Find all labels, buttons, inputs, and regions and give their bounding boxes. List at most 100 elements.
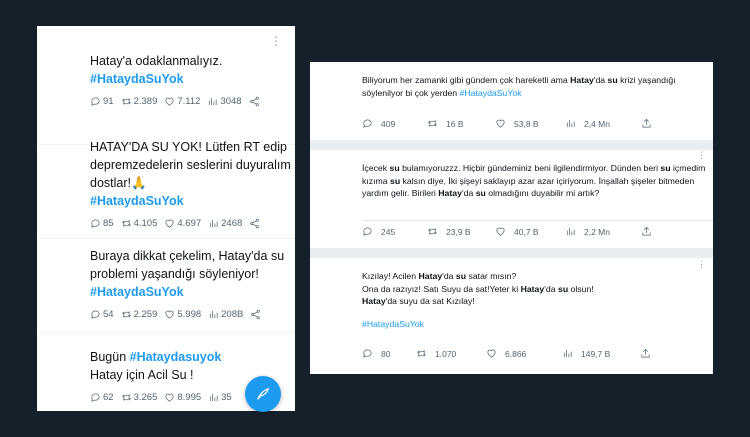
- like-button[interactable]: 6.866: [486, 348, 562, 359]
- retweet-count: 23,9 B: [446, 226, 471, 237]
- text-run: olmadığını duyabilir mi artık?: [485, 188, 600, 198]
- retweet-button[interactable]: 16 B: [427, 118, 495, 129]
- like-button[interactable]: 4.697: [164, 218, 201, 229]
- like-count: 40,7 B: [514, 226, 539, 237]
- reply-button[interactable]: 245: [362, 226, 427, 237]
- reply-button[interactable]: 80: [362, 348, 416, 359]
- compose-button[interactable]: [245, 376, 281, 412]
- like-icon: [495, 118, 506, 129]
- views-icon: [208, 218, 219, 229]
- reply-button[interactable]: 54: [90, 309, 114, 320]
- tweet[interactable]: Biliyorum her zamanki gibi gündem çok ha…: [362, 74, 712, 99]
- tweet-text-line: Bugün #Hataydasuyok: [90, 348, 295, 366]
- highlight-term: Hatay: [570, 75, 594, 85]
- reply-button[interactable]: 85: [90, 218, 114, 229]
- retweet-count: 4.105: [133, 218, 158, 229]
- hashtag-link[interactable]: #HataydaSuYok: [90, 192, 295, 210]
- views-button[interactable]: 208B: [208, 309, 243, 320]
- retweet-button[interactable]: 3.265: [121, 392, 157, 403]
- hashtag-link[interactable]: #HataydaSuYok: [362, 318, 712, 331]
- hashtag-link[interactable]: #HataydaSuYok: [460, 88, 522, 98]
- text-run: Ona da razıyız! Satı Suyu da sat!Yeter k…: [362, 283, 521, 294]
- compose-icon: [257, 387, 270, 400]
- views-count: 35: [221, 392, 232, 403]
- share-button[interactable]: [249, 96, 262, 107]
- highlight-term: Hatay: [520, 283, 545, 294]
- share-button[interactable]: [640, 348, 659, 359]
- hashtag-link[interactable]: #HataydaSuYok: [90, 70, 295, 88]
- reply-button[interactable]: 409: [362, 118, 427, 129]
- retweet-icon: [121, 96, 132, 107]
- more-icon[interactable]: ⋮: [270, 35, 282, 47]
- highlight-term: Hatay: [418, 271, 443, 281]
- highlight-term: su: [389, 163, 400, 173]
- tweet-text: Hatay'a odaklanmalıyız.: [90, 54, 223, 68]
- like-button[interactable]: 5.998: [164, 309, 201, 320]
- tweet-line: Kızılay! Acilen Hatay'da su satar mısın?: [362, 270, 712, 283]
- highlight-term: su: [455, 271, 467, 281]
- highlight-term: su: [607, 75, 618, 85]
- text-run: bulamıyoruzzz. Hiçbir gündeminiz beni il…: [399, 163, 661, 173]
- views-button[interactable]: 3048: [207, 96, 242, 107]
- highlight-term: su: [390, 175, 401, 186]
- retweet-button[interactable]: 4.105: [121, 218, 158, 229]
- tweet-separator: [310, 140, 713, 150]
- like-button[interactable]: 8.995: [164, 392, 201, 403]
- hashtag-link[interactable]: #Hataydasuyok: [130, 350, 222, 364]
- share-icon: [249, 96, 260, 107]
- tweet-text: İçecek su bulamıyoruzzz. Hiçbir gündemin…: [362, 162, 712, 200]
- retweet-button[interactable]: 2.259: [121, 309, 157, 320]
- retweet-count: 2.389: [133, 96, 158, 107]
- like-count: 4.697: [177, 218, 202, 229]
- highlight-term: su: [475, 188, 486, 198]
- share-button[interactable]: [641, 118, 660, 129]
- views-button[interactable]: 149,7 B: [562, 348, 640, 359]
- reply-count: 62: [103, 392, 114, 403]
- tweet[interactable]: İçecek su bulamıyoruzzz. Hiçbir gündemin…: [362, 162, 712, 200]
- retweet-button[interactable]: 2.389: [121, 96, 158, 107]
- like-icon: [486, 348, 497, 359]
- like-button[interactable]: 40,7 B: [495, 226, 565, 237]
- views-button[interactable]: 2,2 Mn: [565, 226, 641, 237]
- reply-button[interactable]: 91: [90, 96, 114, 107]
- tweet[interactable]: Kızılay! Acilen Hatay'da su satar mısın?…: [362, 270, 712, 330]
- retweet-button[interactable]: 1.070: [416, 348, 486, 359]
- retweet-button[interactable]: 23,9 B: [427, 226, 495, 237]
- views-icon: [565, 226, 576, 237]
- hashtag-text: #HataydaSuYok: [362, 318, 424, 329]
- reply-icon: [362, 118, 373, 129]
- tweet-prefix: Bugün: [90, 350, 130, 364]
- like-button[interactable]: 7.112: [164, 96, 200, 107]
- share-button[interactable]: [250, 309, 263, 320]
- reply-icon: [90, 309, 101, 320]
- like-count: 53,8 B: [514, 118, 539, 129]
- mobile-feed-panel: ⋮ Hatay'a odaklanmalıyız. #HataydaSuYok …: [37, 26, 295, 411]
- reply-button[interactable]: 62: [90, 392, 114, 403]
- more-icon[interactable]: ⋮: [697, 260, 706, 269]
- views-button[interactable]: 2468: [208, 218, 242, 229]
- retweet-icon: [427, 226, 438, 237]
- text-run: satar mısın?: [466, 271, 517, 281]
- more-icon[interactable]: ⋮: [697, 151, 706, 160]
- share-button[interactable]: [641, 226, 660, 237]
- share-button[interactable]: [249, 218, 262, 229]
- reply-count: 80: [381, 348, 391, 359]
- highlight-term: su: [557, 283, 569, 294]
- like-button[interactable]: 53,8 B: [495, 118, 565, 129]
- retweet-icon: [416, 348, 427, 359]
- tweet-line: Hatay'da suyu da sat Kızılay!: [362, 295, 712, 308]
- like-icon: [164, 96, 175, 107]
- hashtag-link[interactable]: #HataydaSuYok: [90, 283, 295, 301]
- tweet[interactable]: Buraya dikkat çekelim, Hatay'da su probl…: [37, 244, 295, 320]
- tweet-actions: 245 23,9 B 40,7 B 2,2 Mn: [362, 226, 660, 237]
- tweet[interactable]: HATAY'DA SU YOK! Lütfen RT edip depremze…: [37, 134, 295, 229]
- highlight-term: su: [660, 163, 671, 173]
- views-button[interactable]: 35: [208, 392, 232, 403]
- tweet[interactable]: ⋮ Hatay'a odaklanmalıyız. #HataydaSuYok …: [37, 35, 295, 107]
- highlight-term: Hatay: [438, 188, 462, 198]
- tweet-separator: [310, 248, 713, 258]
- views-icon: [562, 348, 573, 359]
- views-button[interactable]: 2,4 Mn: [565, 118, 641, 129]
- views-count: 208B: [221, 309, 244, 320]
- views-icon: [208, 309, 219, 320]
